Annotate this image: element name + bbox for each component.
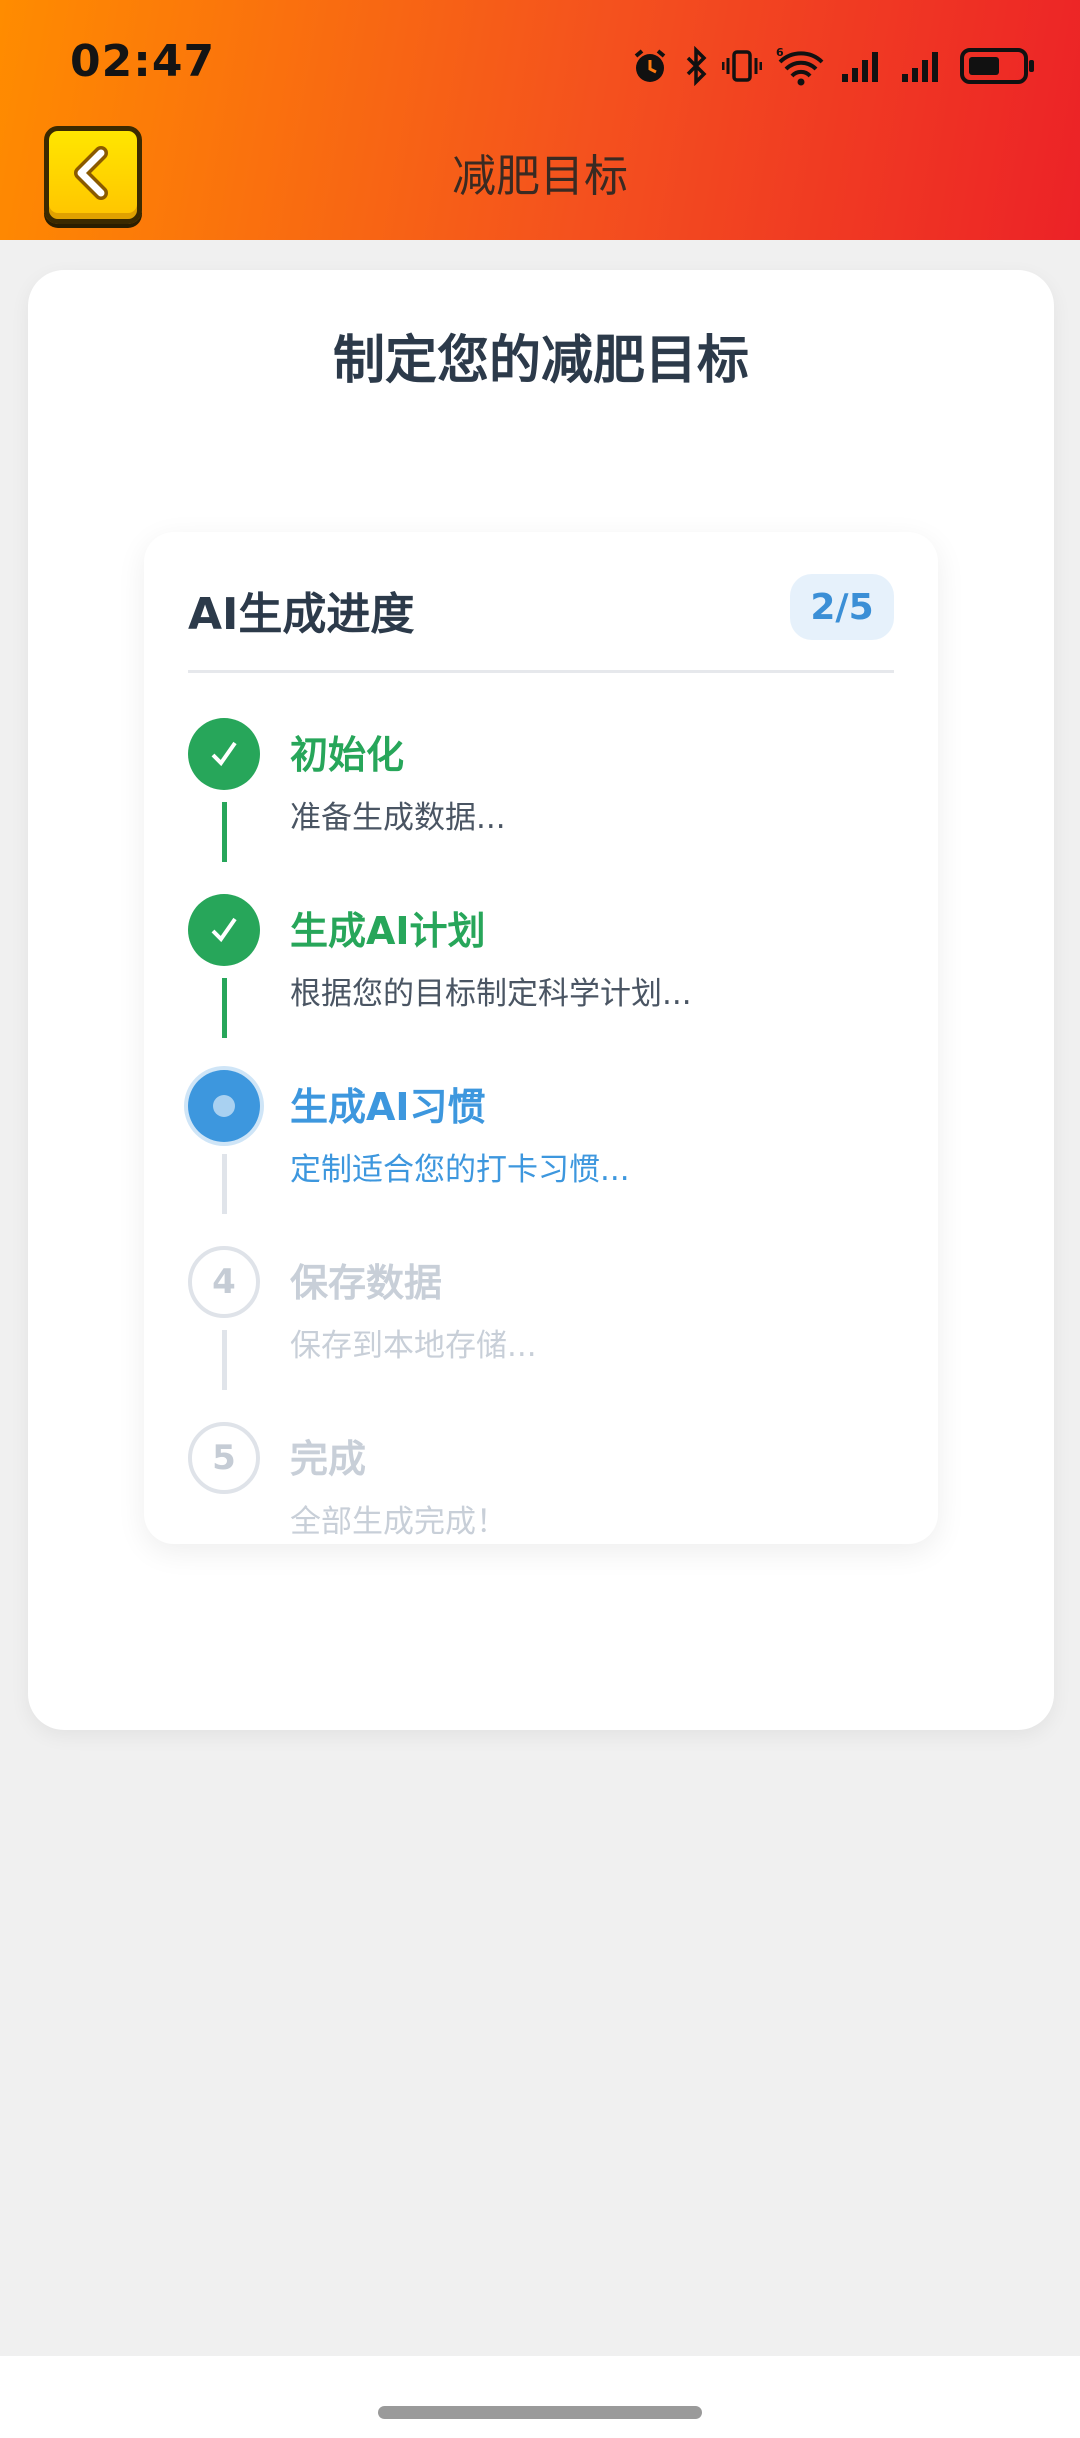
step-label: 生成AI习惯: [290, 1085, 486, 1129]
step-label: 初始化: [290, 733, 405, 777]
check-icon: [188, 718, 260, 790]
step-connector: [222, 1154, 227, 1214]
bluetooth-icon: [684, 46, 708, 86]
progress-title: AI生成进度: [188, 589, 415, 640]
svg-text:6: 6: [776, 46, 784, 59]
goal-card: 制定您的减肥目标 AI生成进度 2/5 初始化 准备生成数据... 生成AI计划…: [28, 270, 1054, 1730]
step-label: 生成AI计划: [290, 909, 486, 953]
step-number: 4: [188, 1246, 260, 1318]
step-number: 5: [188, 1422, 260, 1494]
step-label: 保存数据: [290, 1261, 443, 1305]
bottom-bar: [0, 2356, 1080, 2438]
nav-title: 减肥目标: [452, 151, 628, 202]
divider: [188, 670, 894, 673]
step-description: 根据您的目标制定科学计划...: [290, 976, 692, 1012]
in-progress-icon: [188, 1070, 260, 1142]
home-indicator[interactable]: [378, 2406, 702, 2419]
status-bar: 02:47 6: [0, 0, 1080, 130]
step-save-data: 4 保存数据 保存到本地存储...: [188, 1246, 894, 1422]
status-icons: 6: [630, 44, 1036, 88]
step-generate-plan: 生成AI计划 根据您的目标制定科学计划...: [188, 894, 894, 1070]
step-connector: [222, 802, 227, 862]
step-description: 准备生成数据...: [290, 800, 506, 836]
battery-icon: [960, 46, 1036, 86]
step-description: 保存到本地存储...: [290, 1328, 537, 1364]
step-generate-habits: 生成AI习惯 定制适合您的打卡习惯...: [188, 1070, 894, 1246]
step-label: 完成: [290, 1437, 367, 1481]
step-complete: 5 完成 全部生成完成！: [188, 1422, 894, 1598]
page-heading: 制定您的减肥目标: [332, 331, 749, 391]
step-connector: [222, 978, 227, 1038]
header: 02:47 6 减肥目标: [0, 0, 1080, 240]
wifi-icon: 6: [776, 46, 826, 86]
step-description: 全部生成完成！: [290, 1504, 507, 1540]
check-icon: [188, 894, 260, 966]
status-time: 02:47: [70, 36, 216, 87]
ai-progress-card: AI生成进度 2/5 初始化 准备生成数据... 生成AI计划 根据您的目标制定…: [144, 532, 938, 1544]
step-connector: [222, 1330, 227, 1390]
vibrate-icon: [722, 46, 762, 86]
signal-icon: [900, 46, 946, 86]
signal-icon: [840, 46, 886, 86]
step-initialize: 初始化 准备生成数据...: [188, 718, 894, 894]
progress-counter-badge: 2/5: [790, 574, 894, 640]
alarm-icon: [630, 46, 670, 86]
step-description: 定制适合您的打卡习惯...: [290, 1152, 630, 1188]
